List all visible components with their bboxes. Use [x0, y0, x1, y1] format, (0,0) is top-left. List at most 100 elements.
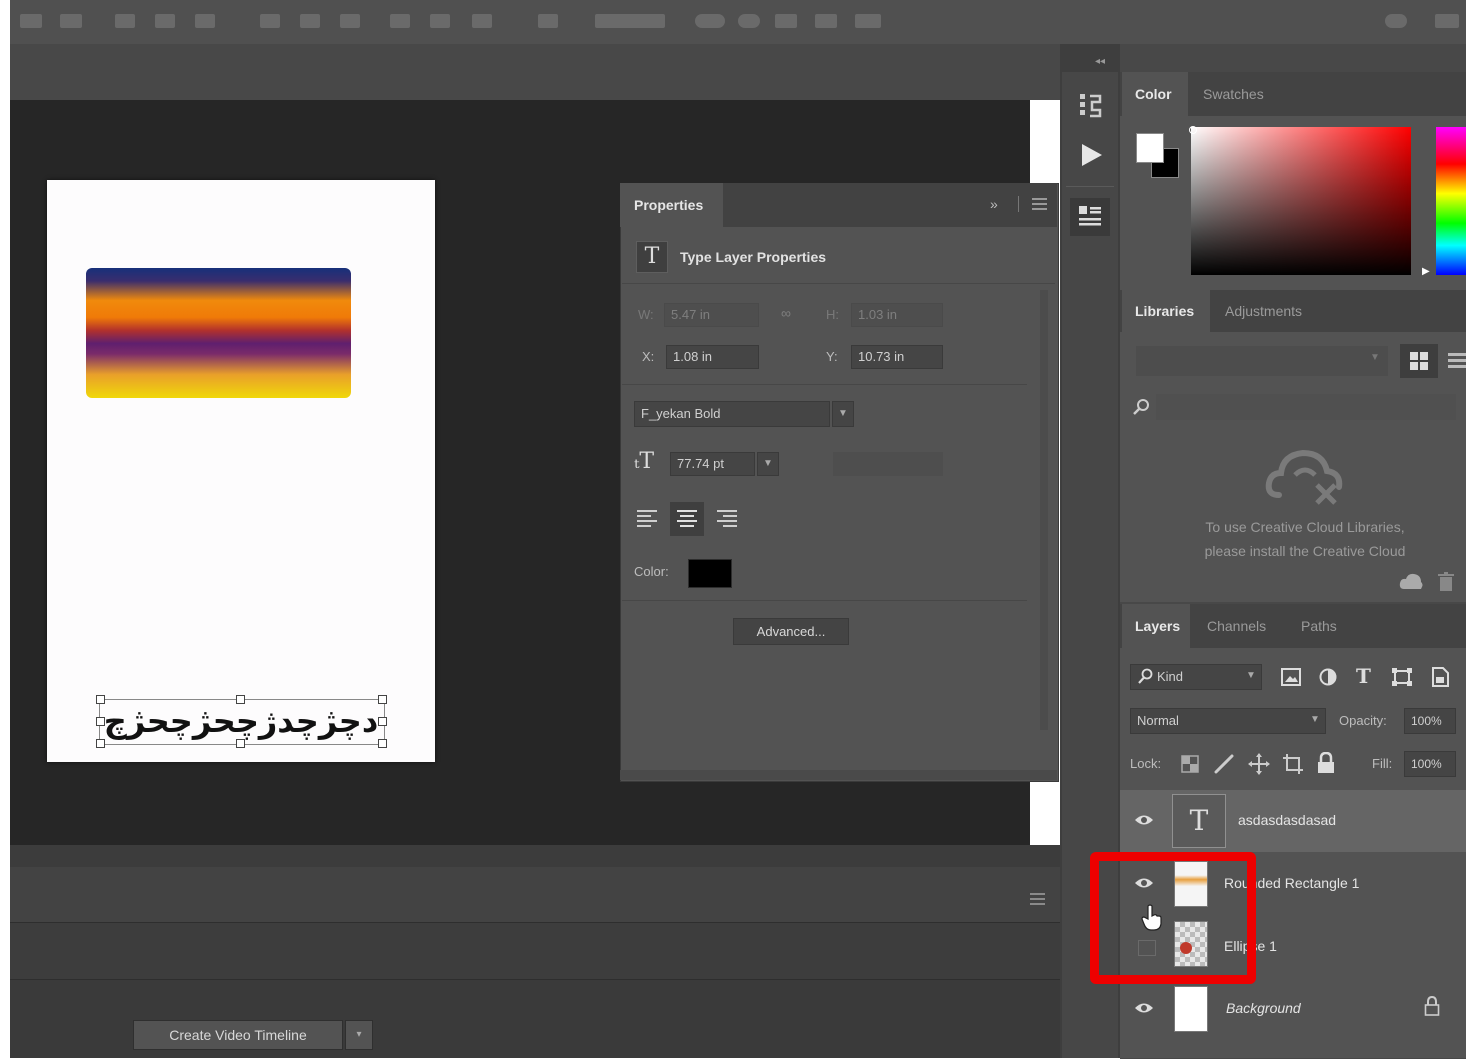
distribute-icon[interactable]	[300, 14, 320, 28]
font-size-field[interactable]: 77.74 pt	[670, 452, 755, 476]
text-color-swatch[interactable]	[688, 559, 732, 588]
play-actions-icon[interactable]	[1080, 142, 1104, 168]
lock-image-pixels-icon[interactable]	[1213, 753, 1235, 775]
panel-menu-icon[interactable]	[1032, 198, 1047, 210]
align-icon[interactable]	[195, 14, 215, 28]
collapse-dock-icon[interactable]: ◂◂	[1095, 56, 1105, 67]
search-icon[interactable]	[1133, 398, 1151, 416]
lock-all-icon[interactable]	[1316, 752, 1336, 774]
trash-icon[interactable]	[1438, 572, 1454, 592]
list-view-icon[interactable]	[1448, 352, 1466, 370]
search-icon[interactable]	[1385, 14, 1407, 28]
lock-artboard-icon[interactable]	[1282, 753, 1304, 775]
chevron-down-icon[interactable]: ▼	[1246, 670, 1256, 681]
chevron-down-icon[interactable]: ▼	[1310, 714, 1320, 725]
tab-libraries[interactable]: Libraries	[1122, 290, 1210, 332]
collapse-panel-icon[interactable]: »	[990, 196, 998, 212]
fill-field[interactable]: 100%	[1404, 751, 1456, 777]
hue-slider-marker[interactable]: ▶	[1422, 266, 1430, 277]
library-search-input[interactable]	[1156, 394, 1456, 420]
tab-swatches[interactable]: Swatches	[1203, 72, 1264, 116]
height-field[interactable]: 1.03 in	[851, 303, 943, 327]
red-highlight-annotation	[1090, 852, 1256, 984]
library-select[interactable]	[1136, 346, 1388, 376]
distribute-icon[interactable]	[472, 14, 492, 28]
shape-layer-filter-icon[interactable]	[1392, 668, 1412, 686]
lock-position-icon[interactable]	[1248, 753, 1270, 775]
transform-handle[interactable]	[96, 695, 105, 704]
color-picker-field[interactable]	[1191, 127, 1411, 275]
transform-handle[interactable]	[378, 695, 387, 704]
tab-color[interactable]: Color	[1122, 72, 1188, 116]
transform-handle[interactable]	[96, 717, 105, 726]
type-layer-thumbnail[interactable]: T	[1172, 794, 1226, 848]
x-position-field[interactable]: 1.08 in	[666, 345, 759, 369]
chevron-down-icon[interactable]: ▼	[832, 401, 854, 427]
eye-icon[interactable]	[1134, 813, 1154, 827]
smart-object-filter-icon[interactable]	[1430, 666, 1450, 688]
transform-handle[interactable]	[96, 739, 105, 748]
3d-pan-icon[interactable]	[775, 14, 797, 28]
align-left-icon[interactable]	[636, 508, 658, 530]
adjustment-layer-filter-icon[interactable]	[1319, 668, 1337, 686]
horizontal-scrollbar[interactable]	[10, 845, 1060, 867]
tab-layers[interactable]: Layers	[1122, 604, 1190, 648]
align-center-icon[interactable]	[676, 508, 698, 530]
distribute-icon[interactable]	[260, 14, 280, 28]
chevron-down-icon[interactable]: ▼	[1370, 352, 1380, 363]
pixel-layer-filter-icon[interactable]	[1281, 668, 1301, 686]
section-title: Type Layer Properties	[680, 249, 827, 265]
advanced-button[interactable]: Advanced...	[733, 618, 849, 645]
tab-adjustments[interactable]: Adjustments	[1225, 290, 1302, 332]
align-icon[interactable]	[60, 14, 82, 28]
timeline-dropdown-caret[interactable]: ▾	[345, 1020, 373, 1050]
panel-scrollbar[interactable]	[1040, 290, 1048, 730]
type-layer-filter-icon[interactable]: T	[1356, 664, 1371, 688]
transform-handle[interactable]	[236, 695, 245, 704]
cloud-sync-icon[interactable]	[1398, 572, 1424, 592]
align-icon[interactable]	[115, 14, 135, 28]
transform-handle[interactable]	[236, 739, 245, 748]
width-field[interactable]: 5.47 in	[664, 303, 759, 327]
chevron-down-icon[interactable]: ▼	[757, 452, 779, 476]
layer-name[interactable]: Background	[1226, 998, 1301, 1018]
panel-menu-icon[interactable]	[1030, 893, 1045, 905]
create-video-timeline-button[interactable]: Create Video Timeline	[133, 1020, 343, 1050]
grid-view-icon[interactable]	[1410, 352, 1428, 370]
divider	[622, 600, 1027, 601]
transform-handle[interactable]	[378, 717, 387, 726]
properties-icon[interactable]	[1077, 204, 1103, 230]
foreground-color-swatch[interactable]	[1136, 133, 1164, 163]
tab-properties[interactable]: Properties	[620, 183, 723, 227]
history-icon[interactable]	[1078, 92, 1106, 122]
layer-name[interactable]: asdasdasdasad	[1238, 810, 1336, 830]
hue-slider[interactable]	[1436, 127, 1466, 275]
align-icon[interactable]	[155, 14, 175, 28]
opacity-field[interactable]: 100%	[1404, 708, 1456, 734]
workspace-icon[interactable]	[1435, 14, 1459, 28]
eye-icon[interactable]	[1134, 1001, 1154, 1015]
background-layer-thumbnail[interactable]	[1174, 986, 1208, 1032]
3d-roll-icon[interactable]	[738, 14, 760, 28]
rounded-rectangle-shape[interactable]	[86, 268, 351, 398]
align-right-icon[interactable]	[716, 508, 738, 530]
leading-field[interactable]	[833, 452, 943, 476]
distribute-icon[interactable]	[430, 14, 450, 28]
3d-slide-icon[interactable]	[815, 14, 837, 28]
distribute-icon[interactable]	[390, 14, 410, 28]
font-family-select[interactable]: F_yekan Bold	[634, 401, 830, 427]
distribute-icon[interactable]	[340, 14, 360, 28]
3d-scale-icon[interactable]	[855, 14, 881, 28]
lock-transparent-pixels-icon[interactable]	[1181, 755, 1199, 773]
link-icon[interactable]: ∞	[781, 305, 791, 321]
align-icon[interactable]	[20, 14, 42, 28]
blend-mode-select[interactable]: Normal	[1130, 708, 1326, 734]
auto-align-icon[interactable]	[538, 14, 558, 28]
color-picker-cursor[interactable]	[1189, 126, 1197, 134]
transform-handle[interactable]	[378, 739, 387, 748]
tab-channels[interactable]: Channels	[1207, 604, 1266, 648]
tab-paths[interactable]: Paths	[1301, 604, 1337, 648]
text-layer-content[interactable]: دچژچدژچحژچحژچ	[95, 698, 387, 744]
3d-rotate-icon[interactable]	[695, 14, 725, 28]
y-position-field[interactable]: 10.73 in	[851, 345, 943, 369]
